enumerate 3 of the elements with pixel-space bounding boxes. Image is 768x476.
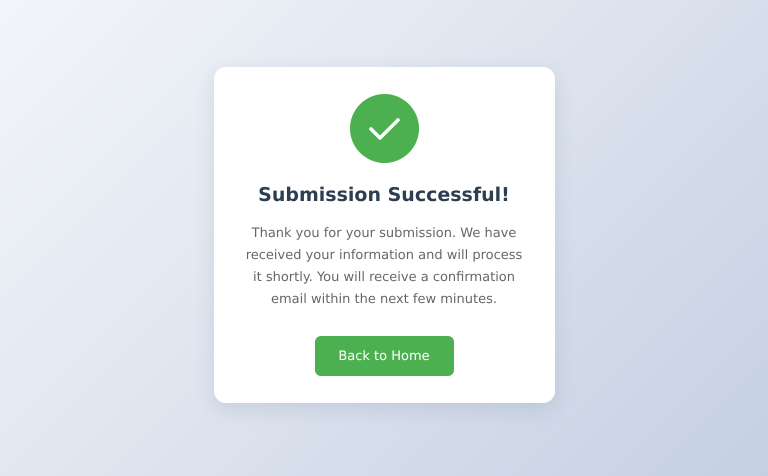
confirmation-message: Thank you for your submission. We have received your information and will process it shortly. You will receive a confirmation email within the next few minutes. xyxy=(244,225,524,309)
back-home-button[interactable]: Back to Home xyxy=(314,336,454,376)
success-title: Submission Successful! xyxy=(258,183,510,207)
